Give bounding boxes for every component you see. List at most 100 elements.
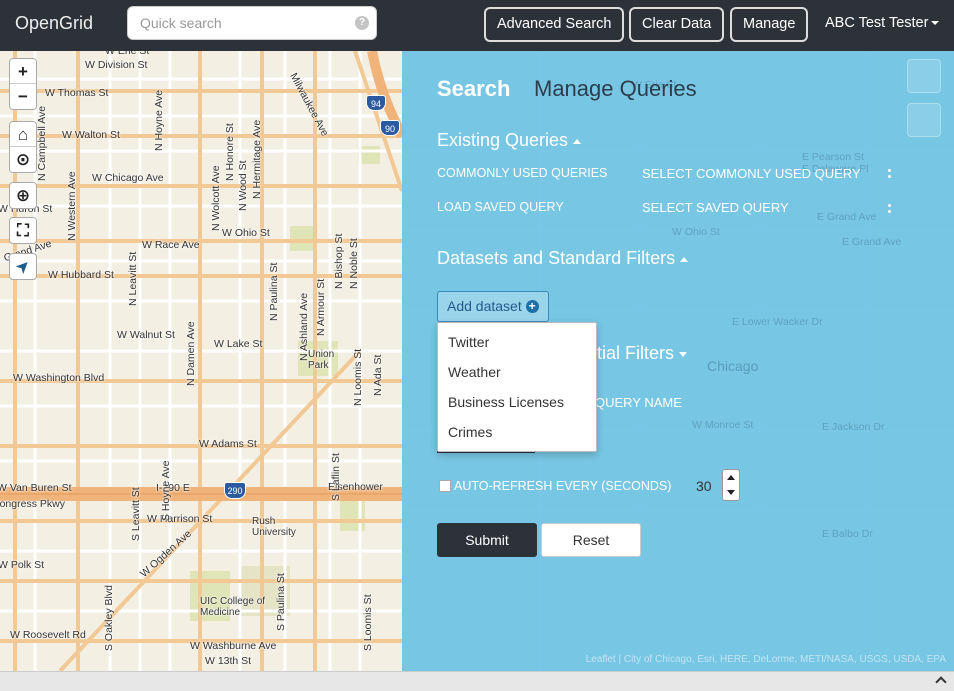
street-label: N Honore St xyxy=(224,123,236,181)
home-icon[interactable]: ⌂ xyxy=(10,122,36,147)
fullscreen-icon[interactable]: ⛶ xyxy=(10,218,36,243)
submit-button[interactable]: Submit xyxy=(437,523,537,557)
auto-refresh-label: AUTO-REFRESH EVERY (SECONDS) xyxy=(454,479,672,493)
street-label: N Paulina St xyxy=(268,262,280,321)
help-icon[interactable]: ? xyxy=(355,16,369,30)
street-label: N Hermitage Ave xyxy=(251,119,263,199)
caret-down-icon xyxy=(931,21,940,26)
street-label: N Leavitt St xyxy=(127,251,139,306)
zoom-box-icon[interactable]: ⊕ xyxy=(10,183,36,208)
street-label: W Washington Blvd xyxy=(13,372,105,384)
street-label: N Ada St xyxy=(372,354,384,396)
user-name: ABC Test Tester xyxy=(825,15,929,31)
street-label: W Lake St xyxy=(214,338,263,350)
street-label: S Leavitt St xyxy=(130,487,142,541)
advanced-search-button[interactable]: Advanced Search xyxy=(484,7,625,42)
saved-query-label: LOAD SAVED QUERY xyxy=(437,200,564,214)
measure-icon[interactable] xyxy=(907,103,941,137)
street-label: S Laflin St xyxy=(330,453,342,501)
section-title-text: tial Filters xyxy=(597,343,675,363)
clear-data-button[interactable]: Clear Data xyxy=(629,7,725,42)
refresh-seconds-stepper[interactable] xyxy=(722,469,740,501)
brand-logo[interactable]: OpenGrid xyxy=(15,13,93,34)
zoom-in-button[interactable]: + xyxy=(10,59,36,84)
street-label: W Harrison St xyxy=(147,513,213,525)
interstate-shield-icon: 90 xyxy=(380,120,400,136)
street-label: W Roosevelt Rd xyxy=(10,629,86,641)
faded-street-label: E Jackson Dr xyxy=(822,421,885,433)
interstate-shield-icon: 94 xyxy=(366,95,386,111)
caret-down-icon xyxy=(679,351,688,357)
street-label: S Oakley Blvd xyxy=(103,585,115,651)
dropdown-option-business-licenses[interactable]: Business Licenses xyxy=(438,387,596,417)
faded-street-label: W Ohio St xyxy=(672,226,720,238)
street-label: N Noble St xyxy=(348,238,360,289)
add-dataset-label: Add dataset xyxy=(447,298,522,314)
faded-street-label: E Grand Ave xyxy=(842,236,902,248)
refresh-seconds-value[interactable]: 30 xyxy=(696,478,712,494)
street-label: W Van Buren St xyxy=(0,482,72,494)
landmark-label: UIC College of Medicine xyxy=(200,596,266,618)
navigate-arrow-icon[interactable]: ➤ xyxy=(10,254,36,279)
datasets-header[interactable]: Datasets and Standard Filters xyxy=(437,248,689,269)
street-label: N Damen Ave xyxy=(185,321,197,386)
zoom-controls: + − xyxy=(9,58,37,110)
chevron-up-icon[interactable] xyxy=(935,676,947,688)
street-label: W Thomas St xyxy=(45,87,109,99)
street-label: W Washburne Ave xyxy=(190,640,277,652)
stepper-up-icon[interactable] xyxy=(727,475,735,480)
auto-refresh-row: AUTO-REFRESH EVERY (SECONDS) xyxy=(439,479,671,493)
bottom-bar xyxy=(0,671,954,691)
dropdown-option-crimes[interactable]: Crimes xyxy=(438,417,596,447)
street-label: N Western Ave xyxy=(66,171,78,241)
dataset-dropdown-menu: Twitter Weather Business Licenses Crimes xyxy=(437,322,597,452)
street-label: N Hoyne Ave xyxy=(153,89,165,151)
street-label: Congress Pkwy xyxy=(0,498,65,510)
tab-search[interactable]: Search xyxy=(437,76,510,102)
tab-manage-queries[interactable]: Manage Queries xyxy=(534,76,697,102)
street-label: W Ohio St xyxy=(222,227,270,239)
faded-street-label: E Grand Ave xyxy=(817,211,877,223)
street-label: N Wood St xyxy=(237,160,249,211)
navigate-control: ➤ xyxy=(9,253,37,280)
locate-icon[interactable]: ⊙ xyxy=(10,147,36,172)
faded-street-label: E Balbo Dr xyxy=(822,528,873,540)
add-dataset-button[interactable]: Add dataset + xyxy=(437,291,549,322)
dropdown-option-twitter[interactable]: Twitter xyxy=(438,327,596,357)
street-label: W Polk St xyxy=(0,559,45,571)
street-label: W Race Ave xyxy=(142,239,200,251)
saved-query-select[interactable]: SELECT SAVED QUERY xyxy=(642,200,789,215)
street-label: W Walnut St xyxy=(117,329,175,341)
faded-street-label: W Monroe St xyxy=(692,419,754,431)
zoom-out-button[interactable]: − xyxy=(10,84,36,109)
street-label: S Loomis St xyxy=(362,594,374,651)
existing-queries-header[interactable]: Existing Queries xyxy=(437,130,582,151)
commonly-used-select[interactable]: SELECT COMMONLY USED QUERY xyxy=(642,166,861,181)
kebab-menu-icon[interactable] xyxy=(888,169,892,181)
home-locate-controls: ⌂ ⊙ xyxy=(9,121,37,173)
user-menu[interactable]: ABC Test Tester xyxy=(825,15,940,31)
search-panel: W Erie St E Pearson St E Delaware Pl E G… xyxy=(402,51,954,671)
spatial-filters-header[interactable]: tial Filters xyxy=(597,343,688,364)
street-label: N Wolcott Ave xyxy=(210,165,222,231)
top-navbar: OpenGrid ? Advanced Search Clear Data Ma… xyxy=(0,0,954,51)
manage-button[interactable]: Manage xyxy=(730,7,809,42)
quick-search-input[interactable] xyxy=(127,6,377,40)
stepper-down-icon[interactable] xyxy=(727,490,735,495)
street-label: W Adams St xyxy=(199,438,257,450)
landmark-label: Rush University xyxy=(252,516,296,538)
kebab-menu-icon[interactable] xyxy=(888,204,892,216)
auto-refresh-checkbox[interactable] xyxy=(439,479,451,492)
layers-icon[interactable] xyxy=(907,59,941,93)
fullscreen-control: ⛶ xyxy=(9,217,37,244)
dropdown-option-weather[interactable]: Weather xyxy=(438,357,596,387)
commonly-used-label: COMMONLY USED QUERIES xyxy=(437,166,608,180)
faded-city-label: Chicago xyxy=(707,358,759,374)
faded-street-label: E Lower Wacker Dr xyxy=(732,316,823,328)
street-label: W Walton St xyxy=(62,129,120,141)
plus-circle-icon: + xyxy=(525,299,539,313)
section-title-text: Existing Queries xyxy=(437,130,569,150)
reset-button[interactable]: Reset xyxy=(541,523,641,557)
street-label: W Division St xyxy=(85,59,148,71)
map-attribution: Leaflet | City of Chicago, Esri, HERE, D… xyxy=(585,654,946,665)
